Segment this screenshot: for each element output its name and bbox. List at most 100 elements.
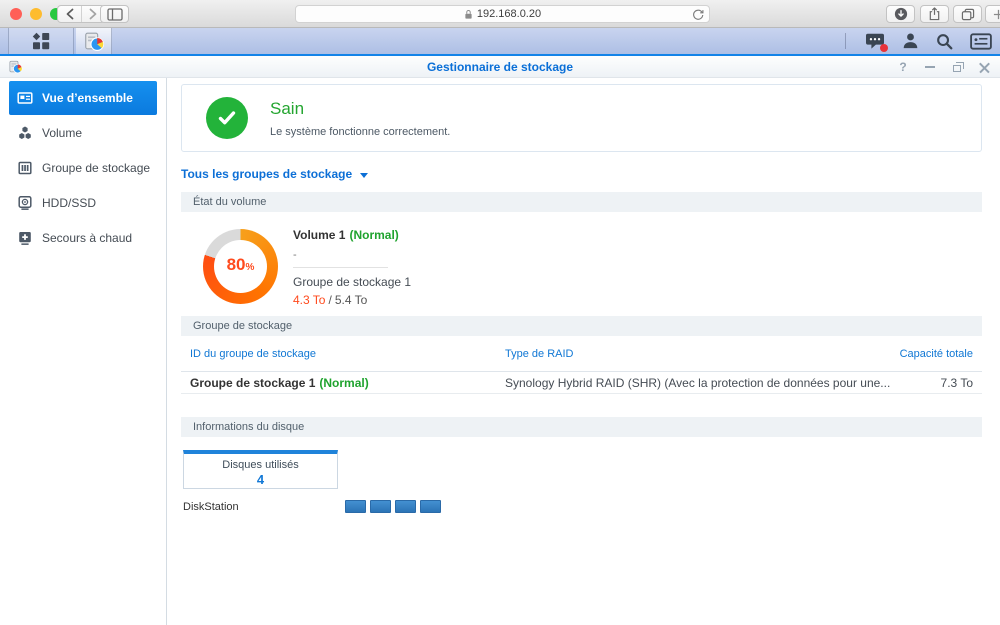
volume-icon: [19, 126, 31, 139]
window-minimize-button[interactable]: [924, 61, 936, 73]
window-maximize-button[interactable]: [951, 61, 964, 73]
share-icon: [929, 7, 940, 21]
storage-pool-filter-dropdown[interactable]: Tous les groupes de stockage: [181, 167, 369, 181]
new-tab-button[interactable]: [985, 5, 1000, 23]
sidebar-item-hot-spare[interactable]: Secours à chaud: [0, 220, 166, 255]
address-url: 192.168.0.20: [476, 8, 542, 20]
disk-host-row: DiskStation: [181, 500, 982, 513]
window-close-button[interactable]: [978, 61, 990, 73]
storage-manager-taskbar-button[interactable]: [76, 28, 112, 54]
notifications-button[interactable]: [865, 32, 888, 52]
volume-usage-row: 4.3 To/5.4 To: [293, 293, 368, 307]
column-header-pool-id[interactable]: ID du groupe de stockage: [190, 348, 505, 360]
health-check-icon: [206, 97, 248, 139]
pool-raid-cell: Synology Hybrid RAID (SHR) (Avec la prot…: [505, 375, 891, 390]
sidebar-item-label: Secours à chaud: [42, 230, 133, 245]
pool-table-header: ID du groupe de stockage Type de RAID Ca…: [181, 336, 982, 372]
sidebar-item-hdd-ssd[interactable]: HDD/SSD: [0, 185, 166, 220]
window-controls: ?: [897, 56, 990, 78]
minimize-window-button[interactable]: [30, 8, 42, 20]
window-title: Gestionnaire de stockage: [426, 59, 574, 74]
filter-label: Tous les groupes de stockage: [181, 167, 353, 181]
back-button[interactable]: [58, 6, 81, 22]
pool-capacity-cell: 7.3 To: [940, 375, 973, 390]
address-bar[interactable]: 192.168.0.20: [295, 5, 710, 23]
sidebar-item-label: HDD/SSD: [42, 195, 97, 210]
used-disks-label: Disques utilisés: [222, 459, 299, 471]
widgets-icon: [970, 32, 992, 50]
column-header-raid-type[interactable]: Type de RAID: [505, 348, 900, 360]
notification-badge: [880, 44, 888, 52]
user-icon: [903, 33, 918, 49]
help-button[interactable]: ?: [897, 60, 909, 74]
browser-chrome: 192.168.0.20: [0, 0, 1000, 28]
share-button[interactable]: [920, 5, 949, 23]
divider: [293, 267, 388, 268]
volume-total: 5.4 To: [334, 293, 368, 307]
window-titlebar[interactable]: Gestionnaire de stockage ?: [0, 56, 1000, 78]
pool-status-badge: (Normal): [319, 375, 369, 390]
downloads-icon: [894, 7, 907, 21]
disk-unit-4[interactable]: [420, 500, 441, 513]
main-menu-icon: [32, 32, 50, 50]
hdd-icon: [18, 195, 32, 210]
browser-nav-buttons: [57, 5, 105, 23]
storage-manager-window: Gestionnaire de stockage ? Vue d’ensembl…: [0, 56, 1000, 625]
reload-button[interactable]: [691, 8, 705, 22]
sidebar-item-label: Vue d’ensemble: [42, 91, 133, 105]
section-header-storage-pool: Groupe de stockage: [181, 316, 982, 336]
sidebar-toggle-icon: [106, 7, 123, 21]
sidebar-item-label: Volume: [42, 125, 83, 140]
plus-icon: [993, 9, 1000, 19]
window-traffic-lights: [10, 8, 62, 20]
storage-pool-icon: [18, 161, 32, 174]
disk-unit-1[interactable]: [345, 500, 366, 513]
sidebar-item-storage-pool[interactable]: Groupe de stockage: [0, 150, 166, 185]
reload-icon: [693, 9, 704, 20]
search-button[interactable]: [936, 33, 953, 50]
pool-table-row[interactable]: Groupe de stockage 1 (Normal) Synology Hy…: [181, 372, 982, 394]
tab-used-disks[interactable]: Disques utilisés 4: [183, 450, 338, 489]
overview-panel: Sain Le système fonctionne correctement.…: [167, 78, 1000, 625]
volume-status-panel: 80% Volume 1 (Normal) - Groupe de stockag…: [181, 212, 982, 316]
disk-unit-2[interactable]: [370, 500, 391, 513]
taskbar-divider: [845, 33, 846, 49]
used-disks-count: 4: [256, 472, 265, 487]
storage-sidebar: Vue d’ensemble Volume Groupe de stockage: [0, 78, 167, 625]
forward-icon: [89, 8, 97, 20]
volume-used: 4.3 To: [293, 293, 326, 307]
widgets-button[interactable]: [970, 32, 992, 50]
volume-pool-name: Groupe de stockage 1: [293, 275, 412, 289]
main-menu-button[interactable]: [8, 28, 74, 54]
volume-status-badge: (Normal): [349, 228, 399, 242]
disk-unit-3[interactable]: [395, 500, 416, 513]
usage-percent: 80: [226, 255, 246, 274]
sidebar-item-overview[interactable]: Vue d’ensemble: [9, 81, 157, 115]
volume-detail-placeholder: -: [293, 249, 297, 261]
column-header-capacity[interactable]: Capacité totale: [900, 348, 973, 360]
volume-usage-donut: 80%: [203, 229, 278, 304]
sidebar-item-label: Groupe de stockage: [42, 160, 151, 175]
overview-icon: [17, 92, 33, 104]
search-icon: [937, 33, 953, 49]
safari-sidebar-button[interactable]: [100, 5, 129, 23]
health-status-text: Sain: [270, 98, 305, 118]
downloads-button[interactable]: [886, 5, 915, 23]
volume-name-row: Volume 1 (Normal): [293, 228, 411, 242]
lock-icon: [465, 9, 472, 19]
disk-bars: [345, 500, 441, 513]
pool-id-cell: Groupe de stockage 1 (Normal): [190, 375, 369, 390]
volume-name: Volume 1: [293, 228, 346, 242]
tab-overview-button[interactable]: [953, 5, 982, 23]
taskbar-tray: [845, 28, 992, 54]
chevron-down-icon: [360, 172, 369, 178]
system-health-card: Sain Le système fonctionne correctement.: [181, 84, 982, 152]
host-name: DiskStation: [183, 500, 239, 513]
back-icon: [66, 8, 73, 20]
hot-spare-icon: [19, 231, 31, 245]
section-header-volume-status: État du volume: [181, 192, 982, 212]
storage-manager-icon: [84, 32, 104, 51]
user-options-button[interactable]: [902, 32, 919, 50]
close-window-button[interactable]: [10, 8, 22, 20]
sidebar-item-volume[interactable]: Volume: [0, 115, 166, 150]
